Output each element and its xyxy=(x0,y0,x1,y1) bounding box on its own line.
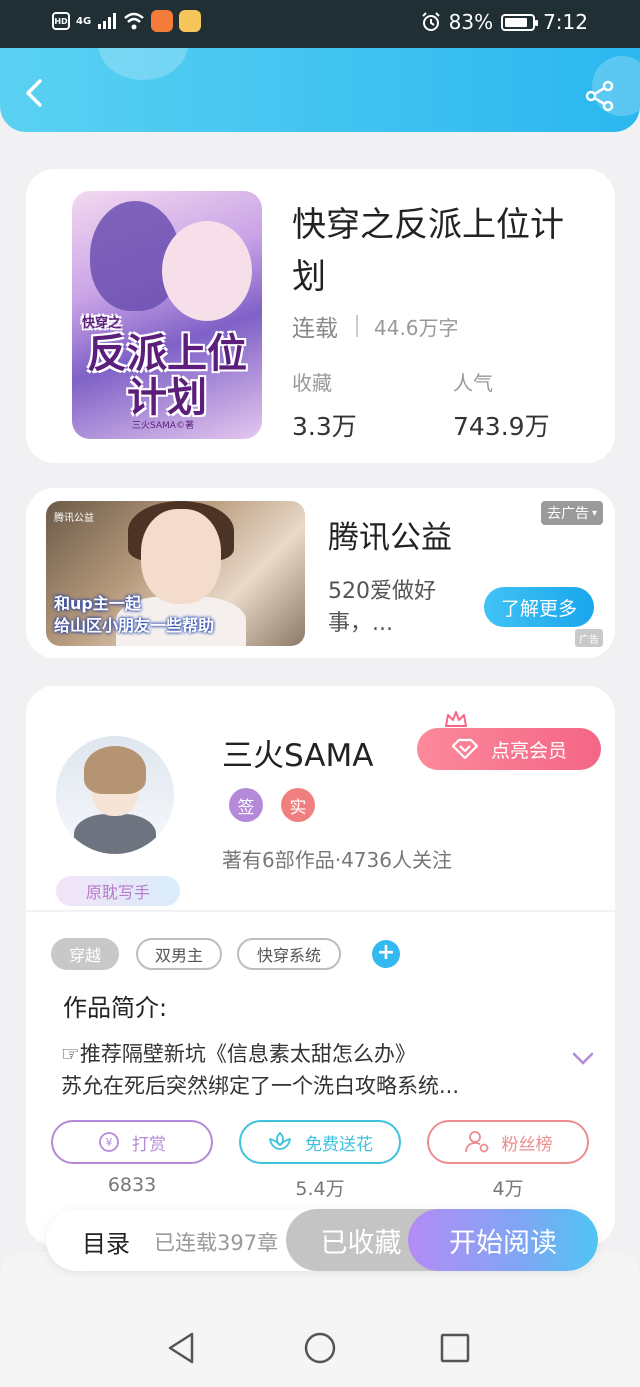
ad-card[interactable]: 腾讯公益 和up主一起 给山区小朋友一些帮助 腾讯公益 520爱做好事，... … xyxy=(26,488,615,658)
intro-line-1: ☞推荐隔壁新坑《信息素太甜怎么办》 xyxy=(61,1042,416,1066)
collect-value: 3.3万 xyxy=(292,412,357,441)
app-notification-icon xyxy=(151,10,174,32)
cover-author: 三火SAMA©著 xyxy=(132,421,194,431)
battery-percent: 83% xyxy=(448,10,494,34)
ad-image-logo: 腾讯公益 xyxy=(54,513,94,524)
signal-icon xyxy=(98,13,117,29)
toc-button[interactable]: 目录 xyxy=(82,1224,130,1259)
remove-ad-button[interactable]: 去广告 ▾ xyxy=(540,501,603,525)
author-avatar[interactable] xyxy=(56,736,174,854)
ad-caption-line-1: 和up主一起 xyxy=(54,594,141,613)
reward-label: 打赏 xyxy=(132,1134,166,1155)
diamond-icon xyxy=(451,738,479,760)
chevron-down-icon: ▾ xyxy=(591,507,597,519)
signed-badge: 签 xyxy=(229,788,263,822)
ad-description: 520爱做好事，... xyxy=(328,579,436,636)
bottom-action-bar: 目录 已连载397章 已收藏 开始阅读 xyxy=(46,1209,598,1271)
flower-icon xyxy=(269,1131,291,1150)
remove-ad-label: 去广告 xyxy=(546,506,589,522)
system-navigation-bar xyxy=(0,1252,640,1387)
ad-caption-line-2: 给山区小朋友一些帮助 xyxy=(54,616,215,635)
back-icon[interactable] xyxy=(20,78,50,108)
collect-label: 收藏 xyxy=(292,371,332,395)
word-count: 44.6万字 xyxy=(374,315,459,340)
book-status: 连载 xyxy=(292,316,338,342)
status-divider xyxy=(356,315,358,337)
vip-label: 点亮会员 xyxy=(490,739,567,762)
decorative-bubble xyxy=(98,48,188,80)
reward-button[interactable]: ¥ 打赏 xyxy=(51,1120,213,1164)
author-name[interactable]: 三火SAMA xyxy=(222,730,373,775)
reward-count: 6833 xyxy=(107,1174,157,1196)
status-bar: HD 4G 83% 7:12 xyxy=(0,0,640,48)
ad-image[interactable]: 腾讯公益 和up主一起 给山区小朋友一些帮助 xyxy=(46,501,305,646)
popularity-value: 743.9万 xyxy=(453,412,550,441)
ad-image-caption: 和up主一起 给山区小朋友一些帮助 xyxy=(54,593,214,637)
add-tag-icon[interactable]: + xyxy=(372,940,400,968)
nav-back-icon[interactable] xyxy=(164,1330,200,1366)
book-title: 快穿之反派上位计划 xyxy=(292,205,564,297)
fan-ranking-button[interactable]: 粉丝榜 xyxy=(427,1120,589,1164)
cover-figure-2 xyxy=(162,221,252,321)
avatar-hair xyxy=(84,746,146,794)
learn-more-button[interactable]: 了解更多 xyxy=(484,587,594,627)
crown-icon xyxy=(445,711,467,727)
alarm-icon xyxy=(421,12,440,31)
book-status-row: 连载 44.6万字 xyxy=(292,309,459,343)
writer-badge: 原耽写手 xyxy=(56,876,180,906)
coin-icon: ¥ xyxy=(99,1132,119,1152)
verified-badge: 实 xyxy=(281,788,315,822)
clock: 7:12 xyxy=(543,10,588,34)
intro-line-2: 苏允在死后突然绑定了一个洗白攻略系统... xyxy=(61,1074,460,1098)
ad-title: 腾讯公益 xyxy=(328,520,452,556)
chapter-status[interactable]: 已连载397章 xyxy=(154,1227,278,1257)
app-notification-icon-2 xyxy=(179,10,202,32)
intro-text[interactable]: ☞推荐隔壁新坑《信息素太甜怎么办》 苏允在死后突然绑定了一个洗白攻略系统... xyxy=(61,1038,521,1102)
network-type: 4G xyxy=(76,15,92,27)
nav-home-icon[interactable] xyxy=(302,1330,338,1366)
popularity-label: 人气 xyxy=(453,371,493,395)
tag-item[interactable]: 双男主 xyxy=(136,938,222,970)
start-reading-button[interactable]: 开始阅读 xyxy=(408,1209,598,1271)
cover-main-title: 反派上位计划 xyxy=(87,330,247,421)
ad-tag-label: 广告 xyxy=(579,634,599,646)
send-flower-button[interactable]: 免费送花 xyxy=(239,1120,401,1164)
cover-title: 快穿之 反派上位计划 xyxy=(82,316,252,420)
author-card: 原耽写手 三火SAMA 点亮会员 签 实 著有6部作品·4736人关注 穿越 双… xyxy=(26,686,615,1246)
header-bar xyxy=(0,48,640,132)
nav-recents-icon[interactable] xyxy=(437,1330,473,1366)
book-cover[interactable]: 快穿之 反派上位计划 三火SAMA©著 xyxy=(72,191,262,439)
user-icon xyxy=(464,1131,488,1153)
battery-icon xyxy=(501,13,539,31)
svg-text:¥: ¥ xyxy=(106,1136,113,1149)
avatar-body xyxy=(74,814,156,854)
wifi-icon xyxy=(124,12,145,30)
fan-ranking-label: 粉丝榜 xyxy=(501,1134,553,1155)
send-flower-label: 免费送花 xyxy=(305,1134,373,1155)
ad-figure-face xyxy=(141,509,221,604)
flower-count: 5.4万 xyxy=(295,1178,345,1200)
hd-icon: HD xyxy=(52,12,70,30)
section-divider xyxy=(26,910,615,912)
author-works-summary: 著有6部作品·4736人关注 xyxy=(222,848,452,872)
chevron-down-icon[interactable] xyxy=(572,1052,594,1066)
book-info-card: 快穿之 反派上位计划 三火SAMA©著 快穿之反派上位计划 连载 44.6万字 … xyxy=(26,169,615,463)
tag-item[interactable]: 快穿系统 xyxy=(237,938,341,970)
fan-count: 4万 xyxy=(492,1178,524,1200)
intro-heading: 作品简介: xyxy=(63,994,168,1022)
share-icon[interactable] xyxy=(584,80,616,112)
ad-tag[interactable]: 广告 xyxy=(575,629,603,647)
vip-button[interactable]: 点亮会员 xyxy=(417,728,601,770)
tag-item[interactable]: 穿越 xyxy=(51,938,119,970)
